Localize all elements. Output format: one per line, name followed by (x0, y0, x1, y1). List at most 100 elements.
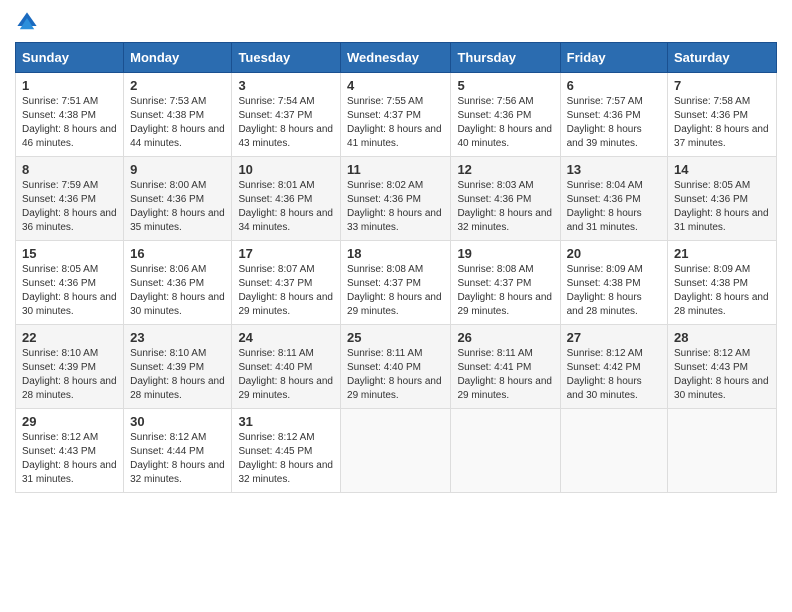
day-header-thursday: Thursday (451, 43, 560, 73)
day-number: 30 (130, 414, 225, 429)
day-info: Sunrise: 8:05 AM Sunset: 4:36 PM Dayligh… (674, 179, 770, 235)
day-cell: 13 Sunrise: 8:04 AM Sunset: 4:36 PM Dayl… (560, 157, 667, 241)
day-number: 11 (347, 162, 444, 177)
logo (15, 10, 43, 34)
day-cell: 24 Sunrise: 8:11 AM Sunset: 4:40 PM Dayl… (232, 325, 341, 409)
day-number: 6 (567, 78, 661, 93)
day-number: 22 (22, 330, 117, 345)
day-header-friday: Friday (560, 43, 667, 73)
day-info: Sunrise: 7:53 AM Sunset: 4:38 PM Dayligh… (130, 95, 225, 151)
day-cell: 3 Sunrise: 7:54 AM Sunset: 4:37 PM Dayli… (232, 73, 341, 157)
day-cell: 14 Sunrise: 8:05 AM Sunset: 4:36 PM Dayl… (668, 157, 777, 241)
day-header-wednesday: Wednesday (341, 43, 451, 73)
day-info: Sunrise: 8:04 AM Sunset: 4:36 PM Dayligh… (567, 179, 661, 235)
day-number: 29 (22, 414, 117, 429)
day-number: 17 (238, 246, 334, 261)
day-info: Sunrise: 8:08 AM Sunset: 4:37 PM Dayligh… (347, 263, 444, 319)
day-number: 26 (457, 330, 553, 345)
day-info: Sunrise: 8:11 AM Sunset: 4:41 PM Dayligh… (457, 347, 553, 403)
day-number: 24 (238, 330, 334, 345)
day-info: Sunrise: 8:10 AM Sunset: 4:39 PM Dayligh… (22, 347, 117, 403)
day-cell: 30 Sunrise: 8:12 AM Sunset: 4:44 PM Dayl… (124, 409, 232, 493)
day-cell (560, 409, 667, 493)
day-cell: 18 Sunrise: 8:08 AM Sunset: 4:37 PM Dayl… (341, 241, 451, 325)
day-cell: 8 Sunrise: 7:59 AM Sunset: 4:36 PM Dayli… (16, 157, 124, 241)
day-number: 31 (238, 414, 334, 429)
day-cell: 15 Sunrise: 8:05 AM Sunset: 4:36 PM Dayl… (16, 241, 124, 325)
day-number: 5 (457, 78, 553, 93)
day-info: Sunrise: 7:59 AM Sunset: 4:36 PM Dayligh… (22, 179, 117, 235)
day-info: Sunrise: 7:51 AM Sunset: 4:38 PM Dayligh… (22, 95, 117, 151)
day-info: Sunrise: 8:12 AM Sunset: 4:43 PM Dayligh… (22, 431, 117, 487)
day-info: Sunrise: 7:54 AM Sunset: 4:37 PM Dayligh… (238, 95, 334, 151)
day-cell: 6 Sunrise: 7:57 AM Sunset: 4:36 PM Dayli… (560, 73, 667, 157)
day-cell: 26 Sunrise: 8:11 AM Sunset: 4:41 PM Dayl… (451, 325, 560, 409)
day-number: 9 (130, 162, 225, 177)
day-cell: 7 Sunrise: 7:58 AM Sunset: 4:36 PM Dayli… (668, 73, 777, 157)
day-info: Sunrise: 8:09 AM Sunset: 4:38 PM Dayligh… (674, 263, 770, 319)
day-cell: 19 Sunrise: 8:08 AM Sunset: 4:37 PM Dayl… (451, 241, 560, 325)
day-header-saturday: Saturday (668, 43, 777, 73)
day-cell: 27 Sunrise: 8:12 AM Sunset: 4:42 PM Dayl… (560, 325, 667, 409)
day-number: 20 (567, 246, 661, 261)
week-row-1: 1 Sunrise: 7:51 AM Sunset: 4:38 PM Dayli… (16, 73, 777, 157)
day-info: Sunrise: 8:11 AM Sunset: 4:40 PM Dayligh… (347, 347, 444, 403)
day-number: 14 (674, 162, 770, 177)
day-info: Sunrise: 8:01 AM Sunset: 4:36 PM Dayligh… (238, 179, 334, 235)
day-cell (341, 409, 451, 493)
day-info: Sunrise: 8:12 AM Sunset: 4:43 PM Dayligh… (674, 347, 770, 403)
day-number: 28 (674, 330, 770, 345)
day-info: Sunrise: 8:10 AM Sunset: 4:39 PM Dayligh… (130, 347, 225, 403)
day-number: 3 (238, 78, 334, 93)
day-number: 7 (674, 78, 770, 93)
day-info: Sunrise: 8:11 AM Sunset: 4:40 PM Dayligh… (238, 347, 334, 403)
day-number: 21 (674, 246, 770, 261)
day-info: Sunrise: 7:55 AM Sunset: 4:37 PM Dayligh… (347, 95, 444, 151)
week-row-3: 15 Sunrise: 8:05 AM Sunset: 4:36 PM Dayl… (16, 241, 777, 325)
day-cell: 5 Sunrise: 7:56 AM Sunset: 4:36 PM Dayli… (451, 73, 560, 157)
day-info: Sunrise: 8:08 AM Sunset: 4:37 PM Dayligh… (457, 263, 553, 319)
week-row-5: 29 Sunrise: 8:12 AM Sunset: 4:43 PM Dayl… (16, 409, 777, 493)
day-number: 23 (130, 330, 225, 345)
day-number: 19 (457, 246, 553, 261)
day-number: 12 (457, 162, 553, 177)
day-number: 2 (130, 78, 225, 93)
day-cell: 2 Sunrise: 7:53 AM Sunset: 4:38 PM Dayli… (124, 73, 232, 157)
week-row-4: 22 Sunrise: 8:10 AM Sunset: 4:39 PM Dayl… (16, 325, 777, 409)
day-number: 18 (347, 246, 444, 261)
day-cell: 28 Sunrise: 8:12 AM Sunset: 4:43 PM Dayl… (668, 325, 777, 409)
day-cell: 16 Sunrise: 8:06 AM Sunset: 4:36 PM Dayl… (124, 241, 232, 325)
calendar-table: SundayMondayTuesdayWednesdayThursdayFrid… (15, 42, 777, 493)
day-cell: 21 Sunrise: 8:09 AM Sunset: 4:38 PM Dayl… (668, 241, 777, 325)
week-row-2: 8 Sunrise: 7:59 AM Sunset: 4:36 PM Dayli… (16, 157, 777, 241)
day-number: 8 (22, 162, 117, 177)
day-cell: 4 Sunrise: 7:55 AM Sunset: 4:37 PM Dayli… (341, 73, 451, 157)
day-cell: 22 Sunrise: 8:10 AM Sunset: 4:39 PM Dayl… (16, 325, 124, 409)
day-info: Sunrise: 8:00 AM Sunset: 4:36 PM Dayligh… (130, 179, 225, 235)
day-cell: 12 Sunrise: 8:03 AM Sunset: 4:36 PM Dayl… (451, 157, 560, 241)
day-cell: 23 Sunrise: 8:10 AM Sunset: 4:39 PM Dayl… (124, 325, 232, 409)
day-cell: 31 Sunrise: 8:12 AM Sunset: 4:45 PM Dayl… (232, 409, 341, 493)
day-number: 13 (567, 162, 661, 177)
day-cell: 25 Sunrise: 8:11 AM Sunset: 4:40 PM Dayl… (341, 325, 451, 409)
day-info: Sunrise: 7:57 AM Sunset: 4:36 PM Dayligh… (567, 95, 661, 151)
day-header-sunday: Sunday (16, 43, 124, 73)
day-number: 10 (238, 162, 334, 177)
day-info: Sunrise: 8:12 AM Sunset: 4:44 PM Dayligh… (130, 431, 225, 487)
day-info: Sunrise: 8:02 AM Sunset: 4:36 PM Dayligh… (347, 179, 444, 235)
day-number: 25 (347, 330, 444, 345)
header-row: SundayMondayTuesdayWednesdayThursdayFrid… (16, 43, 777, 73)
logo-icon (15, 10, 39, 34)
day-cell: 1 Sunrise: 7:51 AM Sunset: 4:38 PM Dayli… (16, 73, 124, 157)
day-info: Sunrise: 7:58 AM Sunset: 4:36 PM Dayligh… (674, 95, 770, 151)
day-cell (451, 409, 560, 493)
day-header-tuesday: Tuesday (232, 43, 341, 73)
day-info: Sunrise: 8:06 AM Sunset: 4:36 PM Dayligh… (130, 263, 225, 319)
day-info: Sunrise: 8:12 AM Sunset: 4:45 PM Dayligh… (238, 431, 334, 487)
day-cell: 10 Sunrise: 8:01 AM Sunset: 4:36 PM Dayl… (232, 157, 341, 241)
day-number: 16 (130, 246, 225, 261)
day-cell (668, 409, 777, 493)
day-info: Sunrise: 7:56 AM Sunset: 4:36 PM Dayligh… (457, 95, 553, 151)
day-info: Sunrise: 8:03 AM Sunset: 4:36 PM Dayligh… (457, 179, 553, 235)
day-number: 4 (347, 78, 444, 93)
